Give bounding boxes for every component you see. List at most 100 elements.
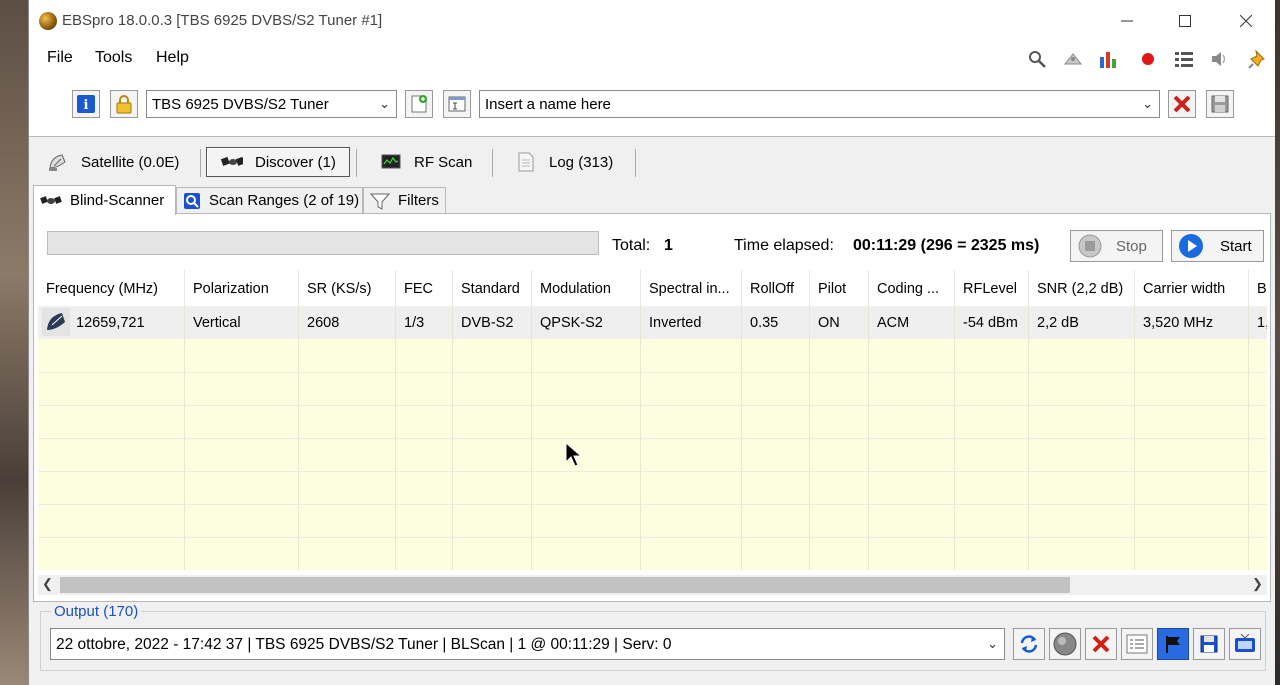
info-button[interactable]: i: [72, 90, 100, 118]
stop-icon: [1078, 234, 1102, 258]
nav-satellite-label: Satellite (0.0E): [81, 153, 180, 171]
scan-progress-bar: [47, 231, 599, 255]
column-header[interactable]: Modulation: [532, 270, 641, 306]
column-header[interactable]: SR (KS/s): [299, 270, 396, 306]
lock-icon: [116, 95, 132, 114]
close-button[interactable]: [1223, 6, 1269, 36]
menu-tools[interactable]: Tools: [95, 49, 132, 67]
output-select[interactable]: 22 ottobre, 2022 - 17:42 37 | TBS 6925 D…: [50, 628, 1005, 660]
satellite-dish-icon: [47, 153, 69, 171]
nav-discover-label: Discover (1): [255, 153, 336, 171]
details-list-button[interactable]: [1121, 628, 1153, 660]
nav-satellite[interactable]: Satellite (0.0E): [43, 147, 199, 177]
scrollbar-thumb[interactable]: [60, 577, 1070, 593]
table-cell: 12659,721: [76, 315, 145, 331]
save-name-button[interactable]: [1206, 90, 1234, 118]
grey-circle-icon: [1053, 632, 1077, 656]
total-label: Total:: [612, 237, 651, 254]
nav-log-label: Log (313): [549, 153, 614, 171]
table-cell: 3,520 MHz: [1143, 315, 1214, 331]
horizontal-scrollbar[interactable]: ❮ ❯: [38, 575, 1267, 595]
flag-icon: [1166, 636, 1180, 653]
stop-button[interactable]: Stop: [1070, 230, 1163, 262]
column-header[interactable]: Pilot: [810, 270, 869, 306]
tab-blind-scanner[interactable]: Blind-Scanner: [33, 185, 176, 215]
nav-rfscan[interactable]: RF Scan: [380, 147, 490, 177]
chevron-right-icon[interactable]: ❯: [1252, 576, 1263, 592]
satellite-dish-icon[interactable]: [1062, 48, 1084, 70]
maximize-button[interactable]: [1162, 6, 1208, 36]
name-input[interactable]: Insert a name here ⌄: [479, 90, 1160, 118]
column-header[interactable]: FEC: [396, 270, 453, 306]
table-cell: 1,7: [1257, 315, 1267, 331]
column-header[interactable]: Standard: [453, 270, 532, 306]
minimize-icon: [1121, 20, 1133, 22]
tv-icon: [1235, 634, 1255, 652]
nav-separator: [356, 149, 357, 177]
start-button-label: Start: [1220, 237, 1252, 255]
tuner-select[interactable]: TBS 6925 DVBS/S2 Tuner ⌄: [146, 90, 397, 118]
mouse-cursor-icon: [565, 442, 583, 467]
minimize-button[interactable]: [1104, 6, 1150, 36]
menu-help[interactable]: Help: [156, 49, 189, 67]
satellite-icon: [221, 153, 243, 171]
grid-line: [38, 537, 1267, 538]
start-button[interactable]: Start: [1171, 230, 1264, 262]
tab-blind-scanner-label: Blind-Scanner: [70, 192, 165, 209]
stop-button-label: Stop: [1116, 237, 1147, 255]
speaker-icon[interactable]: [1208, 48, 1230, 70]
satellite-icon: [40, 194, 62, 208]
column-header[interactable]: Carrier width: [1135, 270, 1249, 306]
nav-discover[interactable]: Discover (1): [206, 147, 350, 177]
document-icon: [515, 152, 537, 172]
clear-output-button[interactable]: [1085, 628, 1117, 660]
search-window-icon: [183, 192, 201, 210]
title-bar: EBSpro 18.0.0.3 [TBS 6925 DVBS/S2 Tuner …: [29, 0, 1275, 42]
window-title: EBSpro 18.0.0.3 [TBS 6925 DVBS/S2 Tuner …: [62, 12, 383, 29]
refresh-button[interactable]: [1013, 628, 1045, 660]
window-edit-icon: [448, 96, 466, 112]
flag-button[interactable]: [1157, 628, 1189, 660]
delete-name-button[interactable]: [1168, 90, 1196, 118]
column-header[interactable]: Coding ...: [869, 270, 955, 306]
list-icon: [1126, 634, 1148, 654]
menu-bar: File Tools Help: [29, 42, 1275, 74]
name-input-placeholder: Insert a name here: [485, 96, 611, 113]
funnel-icon: [370, 192, 390, 210]
column-header[interactable]: Polarization: [185, 270, 299, 306]
column-header[interactable]: Bit: [1249, 270, 1267, 306]
rename-button[interactable]: [443, 90, 471, 118]
save-output-button[interactable]: [1193, 628, 1225, 660]
tv-button[interactable]: [1229, 628, 1261, 660]
pin-icon[interactable]: [1247, 48, 1269, 70]
list-icon[interactable]: [1173, 48, 1195, 70]
column-header[interactable]: SNR (2,2 dB): [1029, 270, 1135, 306]
nav-separator: [635, 149, 636, 177]
chevron-down-icon: ⌄: [379, 96, 390, 111]
nav-log[interactable]: Log (313): [515, 147, 635, 177]
grid-line: [38, 405, 1267, 406]
blind-scanner-panel: Total: 1 Time elapsed: 00:11:29 (296 = 2…: [33, 213, 1271, 602]
table-cell: 1/3: [404, 315, 425, 331]
tab-scan-ranges[interactable]: Scan Ranges (2 of 19): [176, 187, 363, 213]
status-light-button[interactable]: [1049, 628, 1081, 660]
chevron-left-icon[interactable]: ❮: [42, 576, 53, 592]
menu-file[interactable]: File: [47, 49, 73, 67]
column-header[interactable]: RFLevel: [955, 270, 1029, 306]
bar-chart-icon[interactable]: [1098, 48, 1120, 70]
main-nav: Satellite (0.0E) Discover (1) RF Scan Lo…: [29, 137, 1275, 187]
lock-button[interactable]: [110, 90, 138, 118]
new-item-button[interactable]: [405, 90, 433, 118]
output-label: Output (170): [51, 603, 142, 620]
column-header[interactable]: Frequency (MHz): [38, 270, 185, 306]
chevron-down-icon: ⌄: [1142, 96, 1153, 111]
search-icon[interactable]: [1026, 48, 1048, 70]
table-cell: Vertical: [193, 315, 241, 331]
record-icon[interactable]: [1137, 48, 1159, 70]
tab-filters[interactable]: Filters: [363, 187, 446, 213]
elapsed-label: Time elapsed:: [734, 237, 834, 254]
table-cell: DVB-S2: [461, 315, 514, 331]
column-header[interactable]: RollOff: [742, 270, 810, 306]
column-header[interactable]: Spectral in...: [641, 270, 742, 306]
table-cell: ACM: [877, 315, 910, 331]
